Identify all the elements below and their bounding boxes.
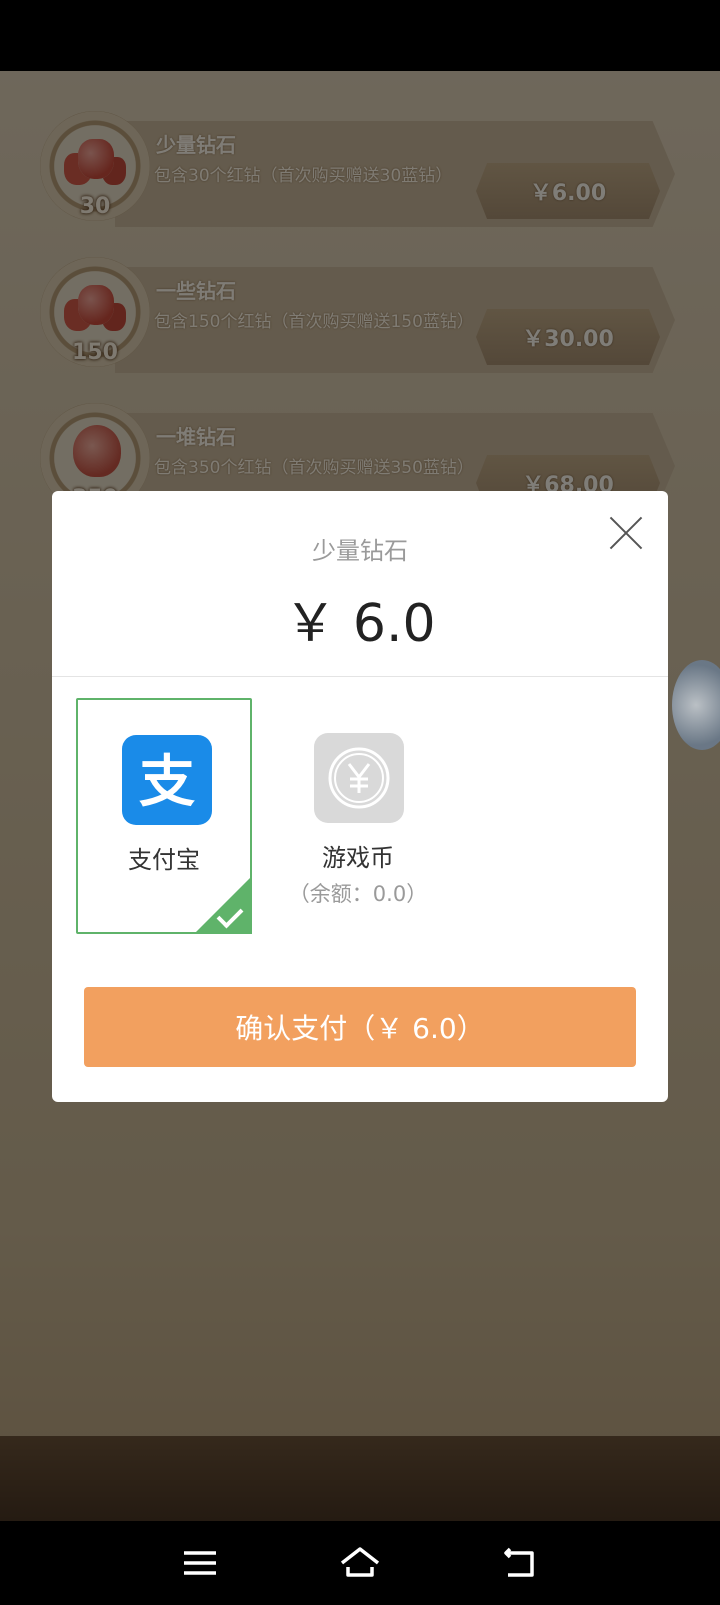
- menu-icon[interactable]: [176, 1539, 224, 1587]
- pay-option-game-coin[interactable]: 游戏币 （余额：0.0）: [270, 698, 446, 934]
- status-bar: [0, 0, 720, 71]
- close-icon[interactable]: [608, 515, 644, 551]
- back-icon[interactable]: [496, 1539, 544, 1587]
- pay-option-label: 游戏币: [322, 844, 394, 872]
- home-icon[interactable]: [336, 1539, 384, 1587]
- coin-icon: [314, 733, 404, 823]
- alipay-icon: 支: [122, 735, 212, 825]
- pay-option-alipay[interactable]: 支 支付宝: [76, 698, 252, 934]
- divider: [52, 676, 668, 677]
- coin-balance: （余额：0.0）: [288, 882, 428, 906]
- pay-option-label: 支付宝: [128, 846, 200, 874]
- confirm-pay-button[interactable]: 确认支付（￥ 6.0）: [84, 987, 636, 1067]
- dialog-title: 少量钻石: [312, 537, 408, 565]
- payment-amount: ￥ 6.0: [284, 594, 436, 654]
- payment-dialog: 少量钻石 ￥ 6.0 支 支付宝 游戏币 （余额：0.0） 确认支付（￥ 6.0…: [52, 491, 668, 1102]
- svg-text:支: 支: [139, 750, 195, 815]
- system-nav-bar: [0, 1521, 720, 1605]
